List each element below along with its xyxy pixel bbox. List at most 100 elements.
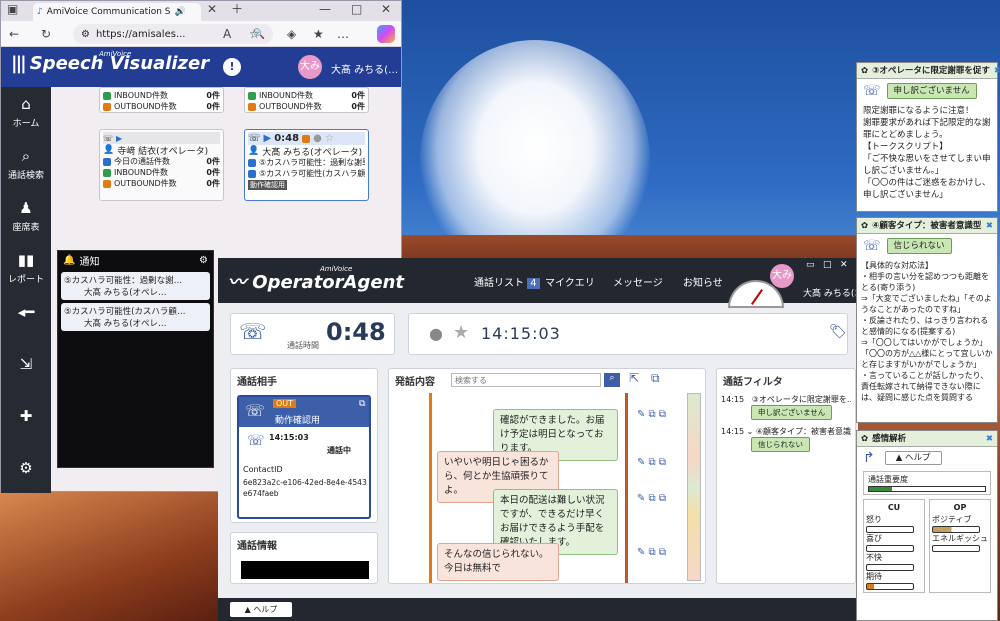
new-tab-icon[interactable]: ＋ bbox=[231, 0, 243, 19]
edit-icon[interactable]: ✎ ⧉ ⧉ bbox=[637, 409, 666, 420]
close-icon[interactable]: ✖ bbox=[986, 433, 993, 445]
reload-icon[interactable]: ↻ bbox=[41, 24, 51, 44]
seat-card-agent2[interactable]: ☏▶0:48●☆ 👤大髙 みちる(オペレータ) ⑤カスハラ可能性：過剰な謝罪…✓… bbox=[244, 129, 369, 201]
url-text: https://amisales... bbox=[95, 28, 186, 40]
tab-actions-icon[interactable]: ▣ bbox=[7, 0, 18, 19]
bell-icon: 🔔 bbox=[63, 254, 76, 266]
seat-card-top-mid[interactable]: INBOUND件数 0件 OUTBOUND件数 0件 bbox=[244, 87, 369, 113]
star-icon[interactable]: ★ bbox=[453, 322, 469, 343]
op-emotion-box: OP ポジティブ エネルギッシュ bbox=[929, 499, 991, 593]
inbound-icon bbox=[103, 91, 111, 100]
sidebar-item-settings[interactable]: ⚙ bbox=[1, 451, 51, 503]
user-name[interactable]: 大髙 みちる(… bbox=[331, 61, 398, 76]
phone-icon: ☏ bbox=[245, 401, 266, 420]
browser-tab[interactable]: ♪ AmiVoice Communication S 🔊 bbox=[33, 3, 201, 21]
sidebar-item-home[interactable]: ⌂ ホーム bbox=[1, 87, 51, 139]
minimize-icon[interactable]: ▭ bbox=[806, 260, 815, 270]
tab-title: AmiVoice Communication S bbox=[46, 7, 171, 17]
gear-icon: ⚙ bbox=[19, 459, 33, 477]
seat-card-agent1[interactable]: ☏ ▶ 👤 寺﨑 結衣(オペレータ) 今日の通話件数 0件 INBOUND件数 0件 O… bbox=[99, 129, 224, 201]
popup-apology: ✿ ③オペレータに限定謝罪を促す ✖ ☏ 申し訳ございません 限定謝罪になるように注… bbox=[856, 62, 1000, 212]
scrollbar[interactable] bbox=[687, 393, 701, 581]
seat-icon: ♟ bbox=[19, 199, 33, 217]
call-time: 0:48 bbox=[326, 318, 386, 346]
timeline-bar bbox=[625, 393, 628, 583]
edit-icon[interactable]: ✎ ⧉ ⧉ bbox=[637, 547, 666, 558]
transfer-icon[interactable]: ↱ bbox=[863, 451, 875, 465]
soundwave-icon: 〰 bbox=[228, 272, 253, 293]
copy-icon[interactable]: ⧉ bbox=[359, 399, 365, 409]
calls-icon bbox=[103, 157, 111, 166]
nav-my-query[interactable]: マイクエリ bbox=[545, 274, 595, 289]
close-tab-icon[interactable]: ✕ bbox=[207, 0, 217, 19]
search-icon[interactable]: ⌕ bbox=[604, 373, 620, 387]
timeline-bar bbox=[429, 393, 432, 583]
edit-icon[interactable]: ✎ ⧉ ⧉ bbox=[637, 493, 666, 504]
site-info-icon[interactable]: ⚙ bbox=[81, 29, 90, 40]
anger-bar bbox=[866, 526, 914, 533]
favicon-icon: ♪ bbox=[37, 7, 43, 17]
close-icon[interactable]: ✖ bbox=[986, 220, 993, 232]
maximize-icon[interactable]: □ bbox=[823, 260, 832, 270]
more-icon[interactable]: … bbox=[337, 24, 349, 44]
phone-icon: ☏ bbox=[247, 433, 265, 449]
chevron-down-icon[interactable]: ⌄ bbox=[747, 427, 754, 436]
export-icon[interactable]: ⇱ bbox=[629, 371, 639, 385]
seat-card-top-left[interactable]: INBOUND件数 0件 OUTBOUND件数 0件 bbox=[99, 87, 224, 113]
oa-footer: ▲ ヘルプ bbox=[218, 598, 858, 621]
avatar[interactable]: 大み bbox=[298, 55, 322, 79]
url-field[interactable]: ⚙ https://amisales... 🔍 bbox=[73, 24, 273, 44]
popup-customer-type: ✿ ④顧客タイプ：被害者意識型 ✖ ☏ 信じられない 【具体的な対応法】 ・相手の言… bbox=[856, 217, 998, 423]
info-icon[interactable]: ! bbox=[223, 58, 241, 76]
nav-call-list[interactable]: 通話リスト 4 bbox=[474, 274, 540, 289]
close-icon[interactable]: ✕ bbox=[840, 260, 848, 270]
record-icon: ● bbox=[429, 324, 443, 343]
redacted-info bbox=[241, 561, 369, 579]
partner-panel: 通話相手 ☏ OUT 動作確認用 ⧉ ☏ 14:15:03 通話中 Contac… bbox=[230, 368, 378, 523]
nav-notice[interactable]: お知らせ bbox=[683, 274, 723, 289]
edit-icon[interactable]: ✎ ⧉ ⧉ bbox=[637, 457, 666, 468]
sidebar-item-seats[interactable]: ♟ 座席表 bbox=[1, 191, 51, 243]
speaker-icon[interactable]: 🔊 bbox=[175, 7, 186, 17]
phone-icon: ☏ bbox=[863, 83, 881, 99]
notification-panel: 🔔 通知 ⚙ ⑤カスハラ可能性：過剰な謝… 大髙 みちる(オペレ… ⑤カスハラ可… bbox=[57, 250, 214, 468]
importance-box: 通話重要度 bbox=[863, 471, 991, 495]
back-icon[interactable]: ← bbox=[9, 24, 19, 44]
soundwave-icon: ||| bbox=[11, 53, 27, 74]
sidebar-item-report[interactable]: ▮▮ レポート bbox=[1, 243, 51, 295]
copy-icon[interactable]: ⧉ bbox=[651, 371, 660, 386]
report-icon: ▮▮ bbox=[17, 251, 35, 269]
transcript-panel: 発話内容 ⌕ ⇱ ⧉ 確認ができました。お届け予定は明日となっております。 いや… bbox=[388, 368, 706, 584]
minimize-icon[interactable]: — bbox=[319, 0, 331, 19]
extensions-icon[interactable]: ◈ bbox=[287, 24, 296, 44]
filter-item[interactable]: 14:15 ⌄ ④顧客タイプ：被害者意識… 信じられない bbox=[717, 422, 855, 456]
gear-icon[interactable]: ⚙ bbox=[199, 255, 208, 266]
help-button[interactable]: ▲ ヘルプ bbox=[230, 602, 292, 617]
partner-card[interactable]: ☏ OUT 動作確認用 ⧉ ☏ 14:15:03 通話中 ContactID 6… bbox=[237, 395, 371, 519]
close-window-icon[interactable]: ✕ bbox=[381, 0, 391, 19]
transcript-search-input[interactable] bbox=[451, 373, 601, 387]
popup-body: 【具体的な対応法】 ・相手の言い分を認めつつも距離をとる(寄り添う) ⇒「大変で… bbox=[861, 261, 993, 402]
maximize-icon[interactable]: □ bbox=[351, 0, 362, 19]
nav-message[interactable]: メッセージ bbox=[613, 274, 663, 289]
slider-icon: ◂━ bbox=[17, 303, 35, 321]
tag-icon[interactable]: 🏷 bbox=[829, 324, 847, 340]
filter-item[interactable]: 14:15 ③オペレータに限定謝罪を… 申し訳ございません bbox=[717, 392, 855, 422]
clock-box: ● ★ 14:15:03 🏷 bbox=[408, 313, 848, 355]
favorites-bar-icon[interactable]: ★ bbox=[313, 24, 324, 44]
outbound-icon bbox=[248, 102, 256, 111]
help-button[interactable]: ▲ ヘルプ bbox=[884, 451, 942, 465]
favorite-icon[interactable]: ☆ bbox=[249, 24, 260, 44]
avatar[interactable]: 大み bbox=[770, 264, 794, 288]
copilot-icon[interactable] bbox=[377, 25, 395, 43]
sidebar-item-export[interactable]: ⇲ bbox=[1, 347, 51, 399]
sidebar-item-search[interactable]: ⌕ 通話検索 bbox=[1, 139, 51, 191]
star-icon[interactable]: ☆ bbox=[325, 133, 334, 144]
sidebar-item-slider[interactable]: ◂━ bbox=[1, 295, 51, 347]
play-icon: ▶ bbox=[263, 133, 272, 144]
notification-item[interactable]: ⑤カスハラ可能性(カスハラ顧… 大髙 みちる(オペレ… bbox=[61, 303, 210, 331]
sidebar-item-add[interactable]: ✚ bbox=[1, 399, 51, 451]
read-aloud-icon[interactable]: A bbox=[223, 24, 231, 44]
close-icon[interactable]: ✖ bbox=[994, 65, 1000, 77]
notification-item[interactable]: ⑤カスハラ可能性：過剰な謝… 大髙 みちる(オペレ… bbox=[61, 272, 210, 300]
